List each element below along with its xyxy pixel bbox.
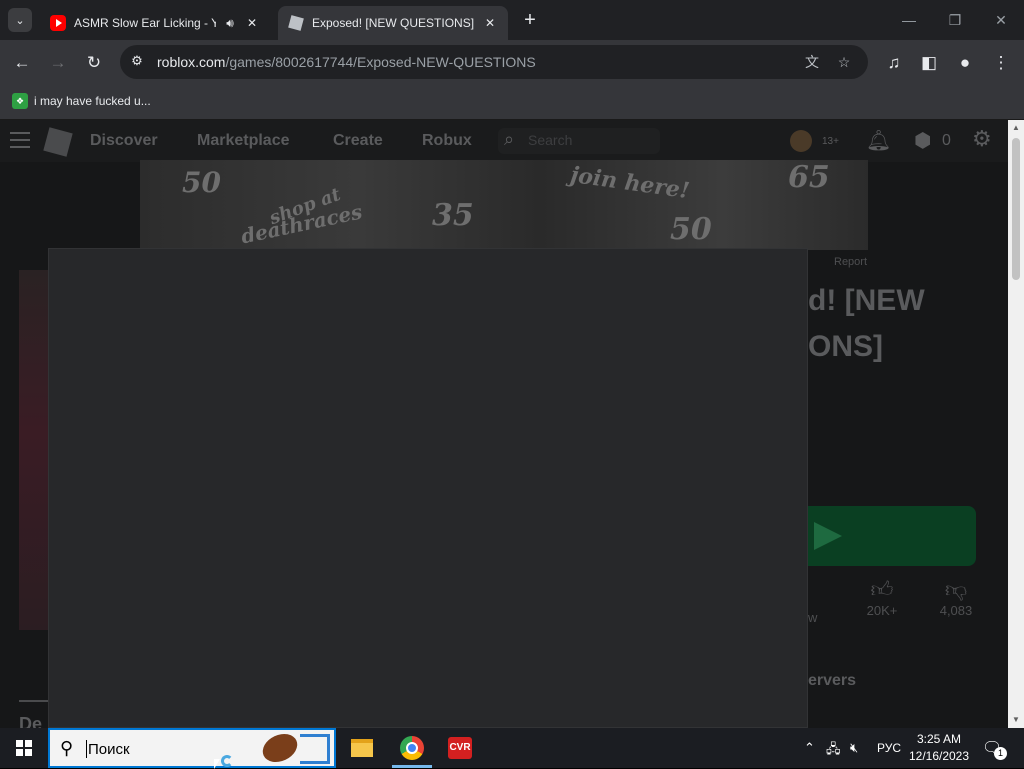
- menu-button[interactable]: ⋮: [986, 48, 1016, 78]
- music-queue-icon: ♫: [887, 53, 901, 72]
- taskbar-file-explorer[interactable]: [338, 728, 386, 768]
- volume-muted-icon[interactable]: 🔇︎: [850, 740, 858, 756]
- like-button[interactable]: 👍︎ 20K+: [862, 576, 902, 618]
- taskbar-chrome[interactable]: [388, 728, 436, 768]
- bookmark-item[interactable]: ❖ i may have fucked u...: [12, 93, 151, 109]
- page-viewport: Discover Marketplace Create Robux Search…: [0, 120, 1008, 728]
- time: 3:25 AM: [916, 732, 962, 746]
- game-title: d! [NEW ONS]: [808, 284, 925, 363]
- side-panel-button[interactable]: ◧: [914, 48, 944, 78]
- age-badge: 13+: [822, 136, 839, 147]
- browser-tab-strip: ⌄ ASMR Slow Ear Licking - Yo 🔊︎ ✕ Expose…: [0, 0, 1024, 40]
- date: 12/16/2023: [908, 749, 970, 763]
- roblox-navbar: Discover Marketplace Create Robux Search…: [0, 120, 1008, 162]
- bookmark-label: i may have fucked u...: [34, 94, 151, 108]
- youtube-icon: [50, 15, 66, 31]
- bell-icon[interactable]: 🔔︎: [866, 128, 891, 153]
- close-tab-icon[interactable]: ✕: [482, 15, 498, 31]
- modal-overlay[interactable]: [48, 248, 808, 728]
- play-button[interactable]: [808, 506, 976, 566]
- reload-button[interactable]: ↻: [79, 48, 109, 78]
- media-control-button[interactable]: ♫: [879, 48, 909, 78]
- nav-marketplace[interactable]: Marketplace: [197, 132, 290, 150]
- game-thumbnail[interactable]: [19, 270, 49, 630]
- text-caret: [86, 740, 87, 758]
- tab-title: Exposed! [NEW QUESTIONS] - I: [312, 16, 476, 30]
- divider: [19, 700, 49, 702]
- chevron-up-icon[interactable]: ⌃: [804, 740, 815, 756]
- folder-icon: [351, 739, 373, 757]
- robux-count: 0: [942, 132, 951, 149]
- thumbs-up-icon: 👍︎: [870, 577, 894, 602]
- star-icon[interactable]: ☆: [834, 52, 854, 72]
- search-placeholder: Поиск: [88, 741, 130, 758]
- tab-youtube[interactable]: ASMR Slow Ear Licking - Yo 🔊︎ ✕: [40, 6, 270, 40]
- robux-icon[interactable]: ⬢: [914, 128, 931, 153]
- site-info-icon[interactable]: ⚙: [128, 53, 146, 71]
- language-indicator[interactable]: РУС: [877, 741, 901, 755]
- servers-tab[interactable]: ervers: [808, 672, 856, 690]
- profile-button[interactable]: ●: [950, 48, 980, 78]
- football-icon: [258, 728, 302, 768]
- taskbar-search-input[interactable]: ⚲ Поиск: [48, 728, 336, 768]
- chrome-icon: [400, 736, 424, 760]
- close-tab-icon[interactable]: ✕: [244, 15, 260, 31]
- dislike-button[interactable]: 👎︎ 4,083: [934, 576, 978, 618]
- address-bar[interactable]: ⚙ roblox.com/games/8002617744/Exposed-NE…: [120, 45, 868, 79]
- clock[interactable]: 3:25 AM 12/16/2023: [906, 731, 972, 765]
- loading-spinner-icon: [221, 755, 233, 767]
- forward-button[interactable]: →: [43, 48, 73, 78]
- back-button[interactable]: ←: [7, 48, 37, 78]
- browser-toolbar: ← → ↻ ⚙ roblox.com/games/8002617744/Expo…: [0, 40, 1024, 86]
- favorite-label: w: [808, 610, 818, 625]
- nav-robux[interactable]: Robux: [422, 132, 472, 150]
- tab-title: ASMR Slow Ear Licking - Yo: [74, 16, 216, 30]
- notification-badge: 1: [994, 747, 1007, 760]
- hamburger-menu-icon[interactable]: [10, 132, 30, 148]
- url-text[interactable]: roblox.com/games/8002617744/Exposed-NEW-…: [157, 54, 536, 70]
- minimize-button[interactable]: —: [886, 0, 932, 40]
- nav-create[interactable]: Create: [333, 132, 383, 150]
- report-link[interactable]: Report: [834, 256, 867, 268]
- description-heading: De: [19, 714, 43, 728]
- settings-gear-icon[interactable]: ⚙: [972, 126, 992, 152]
- tab-search-button[interactable]: ⌄: [8, 8, 32, 32]
- scrollbar-thumb[interactable]: [1012, 138, 1020, 280]
- chevron-down-icon: ⌄: [15, 14, 25, 27]
- kebab-menu-icon: ⋮: [992, 53, 1010, 72]
- start-button[interactable]: [0, 728, 48, 768]
- network-icon[interactable]: 🖧︎: [826, 740, 841, 762]
- search-icon: ⚲: [60, 738, 74, 758]
- translate-icon[interactable]: 文: [802, 52, 822, 72]
- close-window-button[interactable]: ✕: [978, 0, 1024, 40]
- like-count: 20K+: [866, 603, 898, 618]
- arrow-left-icon: ←: [13, 53, 31, 72]
- dislike-count: 4,083: [939, 603, 973, 618]
- roblox-icon: [288, 15, 304, 31]
- bracket-icon: [300, 734, 330, 764]
- scroll-up-icon[interactable]: ▲: [1008, 120, 1024, 136]
- arrow-right-icon: →: [49, 53, 67, 72]
- roblox-logo-icon[interactable]: [43, 127, 73, 157]
- bookmarks-bar: ❖ i may have fucked u...: [0, 86, 1024, 120]
- page-scrollbar[interactable]: ▲ ▼: [1008, 120, 1024, 728]
- windows-logo-icon: [16, 740, 32, 756]
- nav-discover[interactable]: Discover: [90, 132, 158, 150]
- avatar[interactable]: [790, 130, 812, 152]
- new-tab-button[interactable]: +: [520, 10, 540, 30]
- cvr-app-icon: CVR: [448, 737, 472, 759]
- reload-icon: ↻: [86, 53, 102, 72]
- tab-roblox[interactable]: Exposed! [NEW QUESTIONS] - I ✕: [278, 6, 508, 40]
- speaker-icon[interactable]: 🔊︎: [222, 15, 238, 31]
- taskbar-app-cvr[interactable]: CVR: [436, 728, 484, 768]
- restore-button[interactable]: ❐: [932, 0, 978, 40]
- roblox-search-input[interactable]: Search: [498, 128, 660, 154]
- scroll-down-icon[interactable]: ▼: [1008, 712, 1024, 728]
- bookmark-favicon-icon: ❖: [12, 93, 28, 109]
- side-panel-icon: ◧: [920, 53, 938, 72]
- ad-banner[interactable]: 50 shop at deathraces 35 join here! 65 5…: [140, 160, 868, 250]
- profile-icon: ●: [959, 53, 971, 72]
- windows-taskbar: ⚲ Поиск CVR ⌃ 🖧︎ 🔇︎ РУС 3:25 AM 12/16/20…: [0, 728, 1024, 768]
- thumbs-down-icon: 👎︎: [944, 577, 968, 602]
